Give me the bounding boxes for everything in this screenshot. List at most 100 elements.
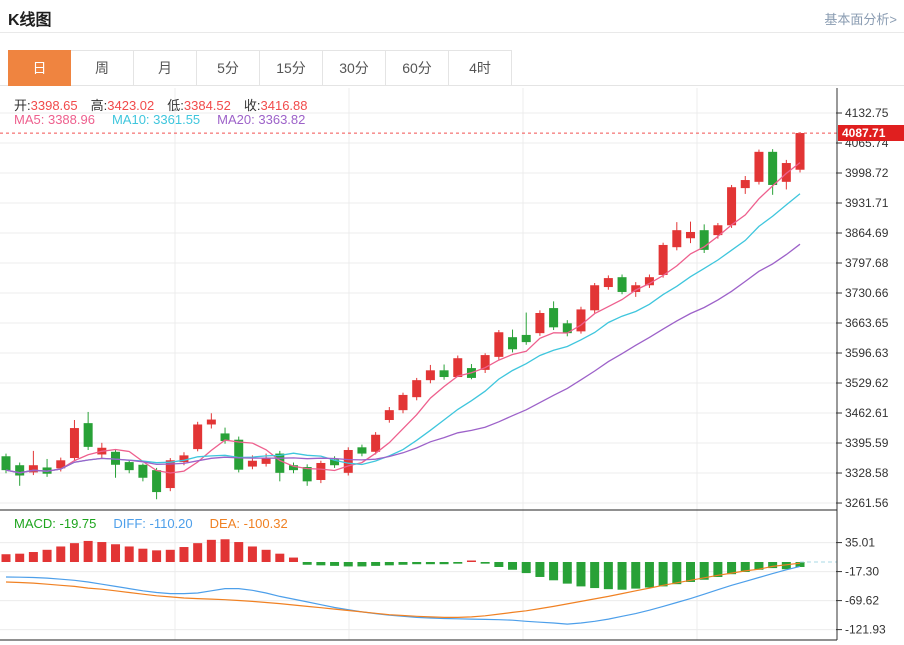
ma-item: MA5: 3388.96 [14,112,95,127]
macd-item-value: -110.20 [149,516,193,531]
tick-label: 3797.68 [845,256,889,270]
candle-body [111,451,121,465]
tick-label: 3864.69 [845,226,889,240]
macd-bar [179,547,189,562]
candle-body [781,163,791,182]
ma-item: MA10: 3361.55 [112,112,200,127]
macd-bar [795,562,805,567]
macd-bar [644,562,654,588]
macd-bar [617,562,627,590]
axis-labels: 4132.754065.743998.723931.713864.693797.… [836,106,889,637]
last-price-tag: 4087.71 [838,125,904,141]
macd-bar [658,562,668,587]
candle-body [412,380,422,398]
candle-body [138,464,148,478]
macd-bar [576,562,586,587]
macd-bar [15,553,25,562]
macd-item-label: DIFF: [113,516,146,531]
ohlc-value: 3398.65 [30,98,78,113]
tick-label: 3395.59 [845,436,889,450]
macd-bar [124,546,134,562]
macd-bar [165,549,175,562]
macd-bar [261,549,271,562]
candle-body [343,449,353,473]
ohlc-value: 3423.02 [107,98,155,113]
macd-bar [398,562,408,565]
macd-item-label: DEA: [209,516,240,531]
candle-body [603,278,613,288]
tick-label: -17.30 [845,565,879,579]
candle-body [371,434,381,452]
candle-body [521,334,531,343]
candles [1,132,805,500]
tick-label: 3998.72 [845,166,889,180]
tick-label: 35.01 [845,536,875,550]
macd-bar [28,552,38,562]
macd-bar [412,562,422,565]
macd-bar [316,562,326,566]
candle-body [261,458,271,464]
macd-bar [425,562,435,565]
macd-bar [549,562,559,581]
candle-body [658,244,668,275]
macd-bar [466,560,476,562]
ma-item-value: 3363.82 [258,112,306,127]
macd-item: MACD: -19.75 [14,516,96,531]
candle-body [439,370,449,378]
candle-body [453,358,463,378]
macd-bar [302,562,312,565]
candle-body [535,313,545,334]
macd-bar [193,543,203,562]
candle-body [494,332,504,357]
ma-item-label: MA20: [217,112,255,127]
candle-body [768,151,778,185]
candle-body [1,456,11,471]
candle-body [672,230,682,248]
macd-bar [330,562,340,566]
macd-item-value: -100.32 [243,516,288,531]
candle-body [754,151,764,182]
tick-label: -69.62 [845,594,879,608]
macd-bar [138,548,148,562]
macd-bar [384,562,394,566]
macd-bar [42,549,52,562]
macd-bar [371,562,381,566]
candle-body [247,460,257,467]
ma-item: MA20: 3363.82 [217,112,305,127]
ohlc-label: 收: [243,98,261,113]
candle-body [357,447,367,454]
macd-bar [152,550,162,562]
tick-label: 3328.58 [845,466,889,480]
macd-histogram [1,539,805,590]
candle-body [398,394,408,411]
candle-body [206,419,216,425]
ma20-line [5,243,801,474]
ma-item-label: MA5: [14,112,45,127]
macd-bar [1,554,11,562]
macd-bar [439,562,449,565]
macd-bar [480,562,490,564]
tick-label: 3931.71 [845,196,889,210]
candle-body [617,277,627,292]
candle-body [686,231,695,239]
candle-body [549,308,559,328]
macd-bar [83,540,93,562]
tick-label: 3730.66 [845,286,889,300]
macd-bar [343,562,353,567]
tick-label: 3663.65 [845,316,889,330]
macd-item-label: MACD: [14,516,56,531]
macd-item: DEA: -100.32 [210,516,288,531]
candle-body [83,423,93,447]
macd-item: DIFF: -110.20 [113,516,192,531]
candle-body [15,465,25,476]
candle-body [795,133,805,170]
tick-label: 3462.61 [845,406,889,420]
candle-body [576,309,586,332]
tick-label: 3596.63 [845,346,889,360]
macd-bar [357,562,367,567]
macd-bar [562,562,572,584]
tick-label: 3529.62 [845,376,889,390]
macd-bar [56,546,66,562]
candle-body [740,180,750,189]
macd-bar [535,562,545,577]
